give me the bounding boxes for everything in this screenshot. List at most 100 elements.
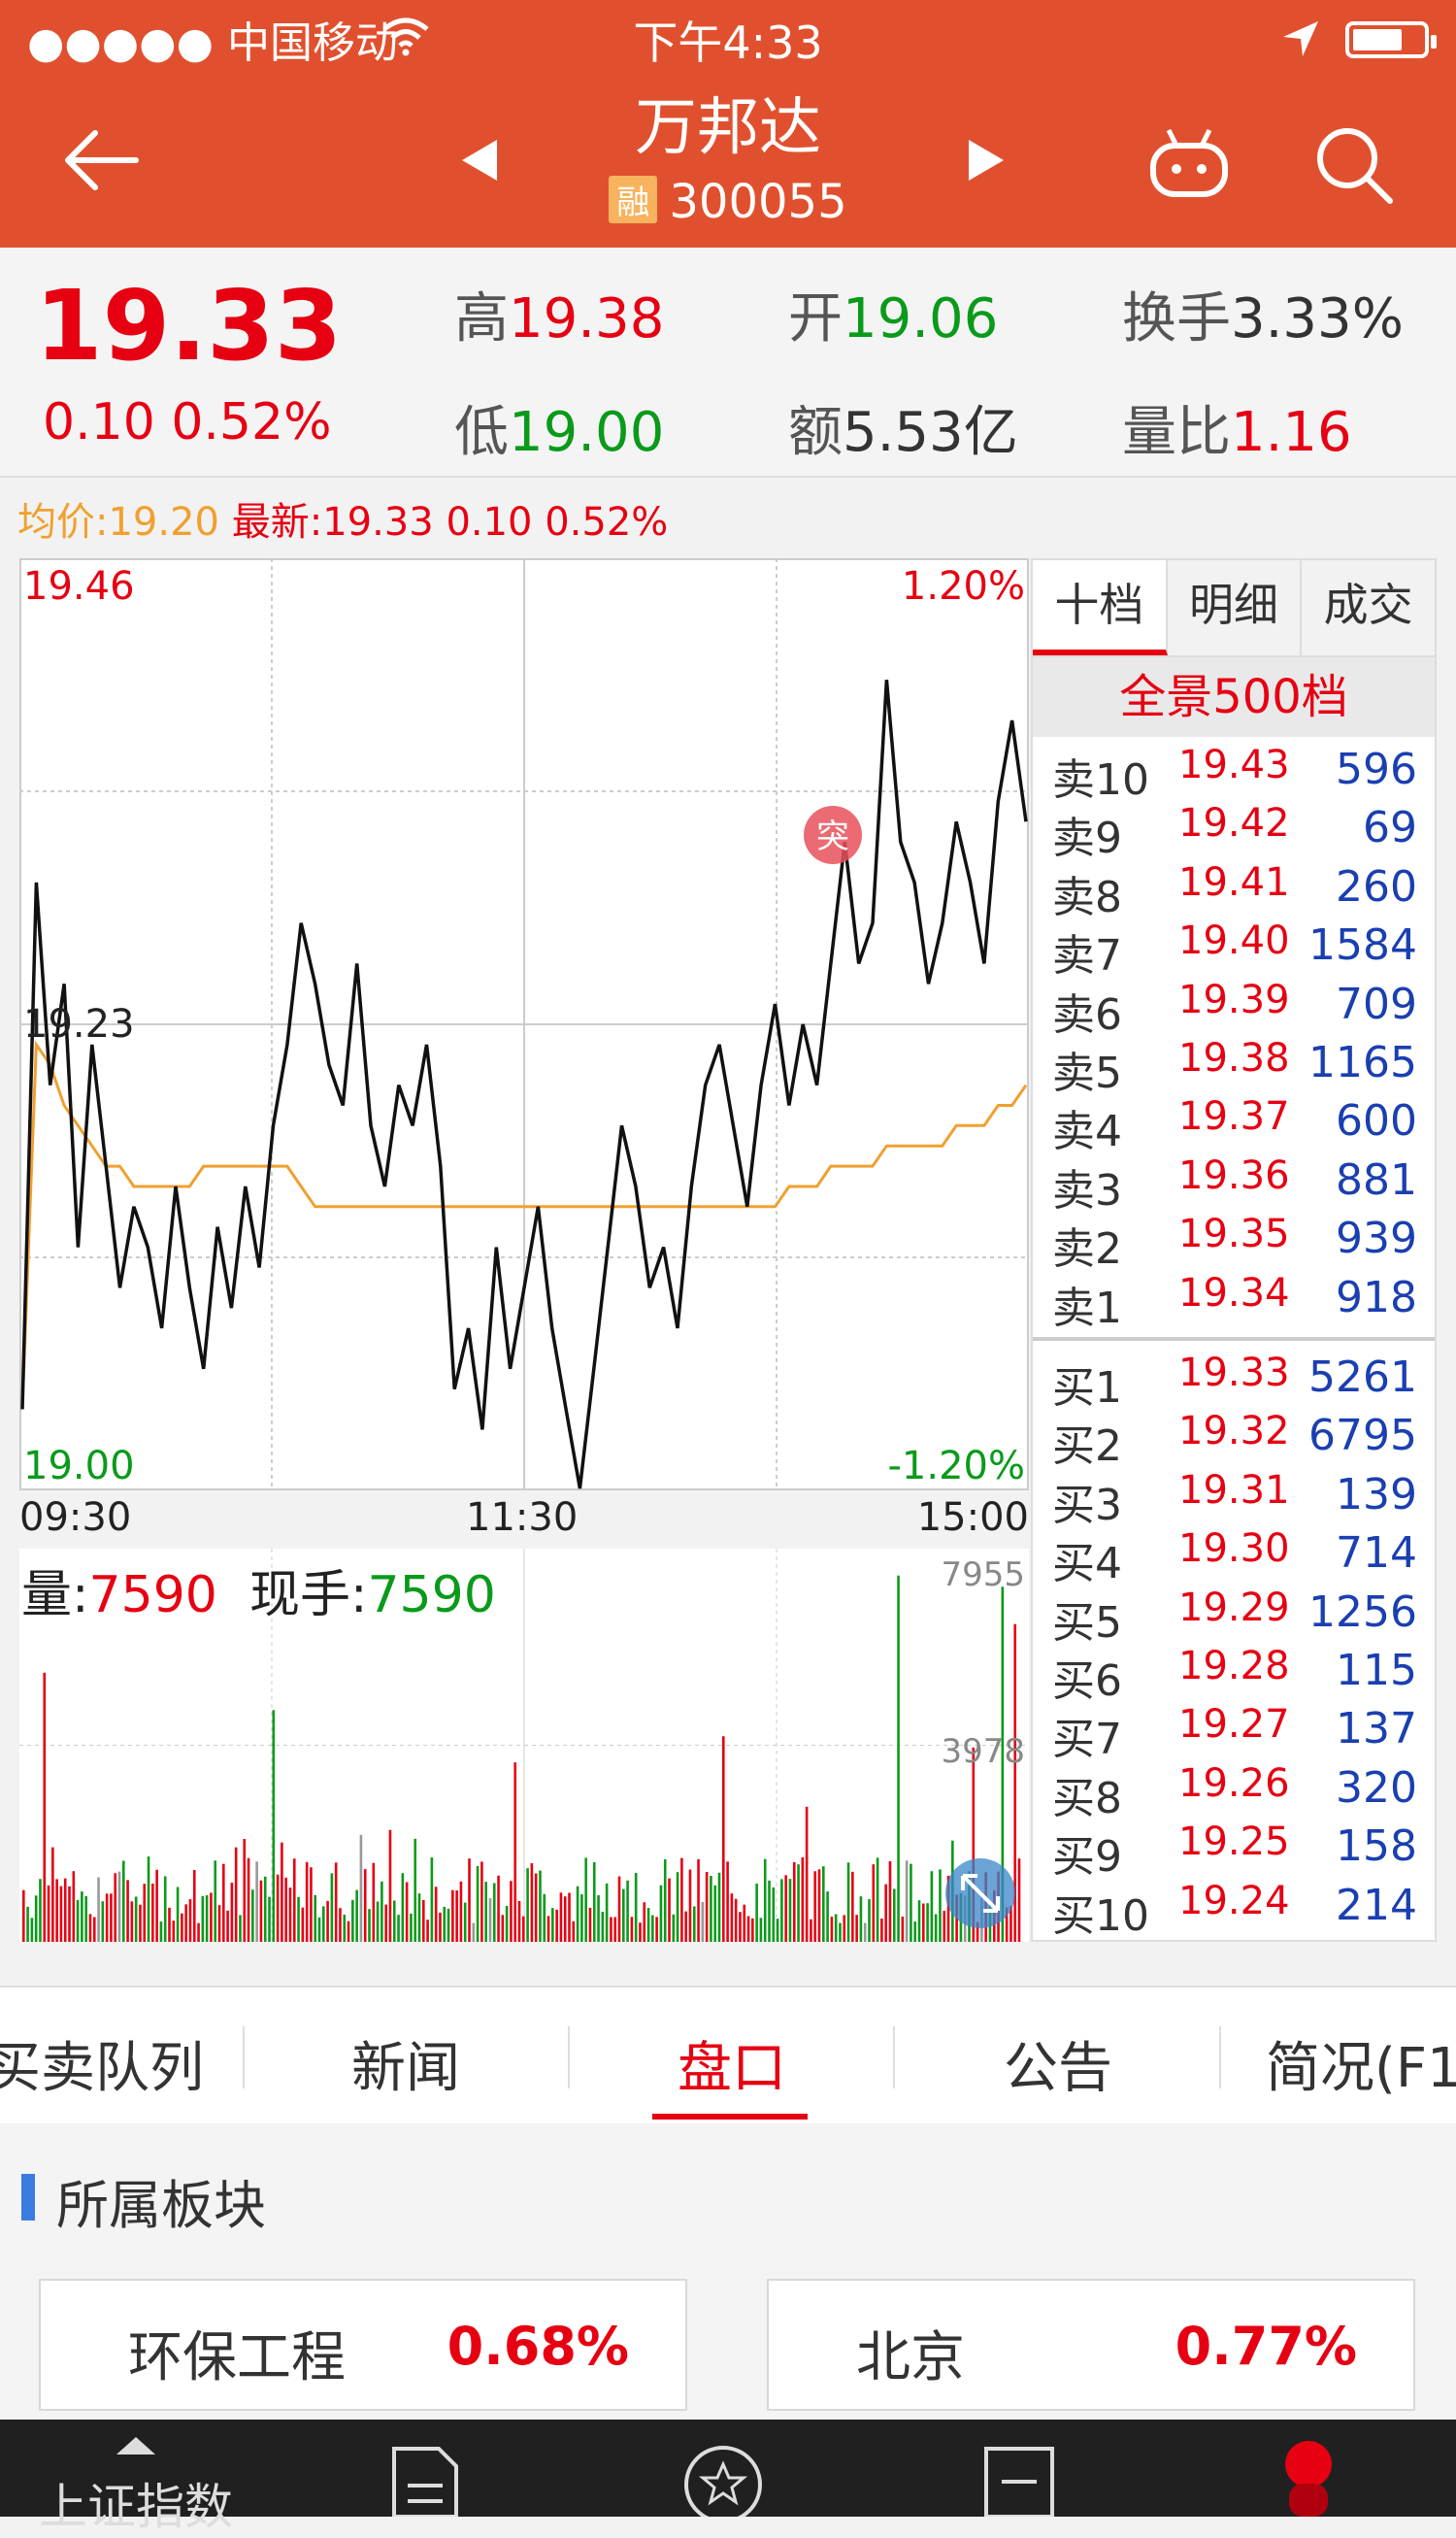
tab-trades[interactable]: 成交: [1302, 560, 1435, 655]
trade-amount: 额5.53亿: [788, 401, 1018, 464]
volume-bar: [922, 1903, 925, 1942]
volume-bar: [555, 1909, 558, 1942]
tab-news[interactable]: 新闻: [351, 2024, 460, 2103]
volume-bar: [81, 1891, 83, 1942]
robot-assistant-icon[interactable]: [1145, 124, 1233, 202]
volume-bar: [743, 1904, 746, 1942]
volume-bar: [259, 1880, 263, 1942]
tab-detail[interactable]: 明细: [1168, 560, 1303, 655]
volume-bar: [939, 1869, 942, 1942]
volume-bar: [281, 1842, 283, 1942]
volume-bar: [63, 1878, 67, 1942]
tab-order-queue[interactable]: 买卖队列: [0, 2024, 204, 2103]
volume-bar: [830, 1917, 834, 1942]
level-volume: 214: [1336, 1880, 1417, 1930]
sector-card[interactable]: 环保工程 0.68%: [39, 2279, 687, 2411]
volume-bar: [892, 1888, 896, 1942]
document-icon[interactable]: [388, 2443, 466, 2517]
volume-bar: [339, 1908, 342, 1942]
volume-bar: [655, 1917, 658, 1942]
tab-handicap[interactable]: 盘口: [678, 2024, 786, 2103]
volume-bar: [510, 1881, 513, 1942]
volume-bar: [176, 1887, 180, 1942]
volume-bar: [351, 1899, 354, 1942]
volume-bar: [805, 1806, 809, 1942]
level-label: 卖1: [1052, 1283, 1122, 1333]
minus-box-icon[interactable]: [980, 2443, 1058, 2517]
volume-bar: [1017, 1858, 1021, 1942]
volume-bar: [576, 1886, 579, 1942]
volume-bar: [659, 1885, 663, 1942]
order-level-row: 卖8 19.41 260: [1033, 856, 1435, 922]
volume-bar: [630, 1917, 634, 1942]
volume-bar: [855, 1915, 858, 1942]
volume-bar: [592, 1861, 596, 1942]
volume-bar: [55, 1879, 58, 1942]
volume-bar: [868, 1899, 871, 1942]
order-level-row: 卖4 19.37 600: [1033, 1090, 1435, 1156]
volume-bar: [788, 1879, 792, 1942]
favorite-star-icon[interactable]: [679, 2441, 767, 2517]
volume-bar: [72, 1871, 76, 1942]
volume-bar: [188, 1899, 192, 1942]
sector-card[interactable]: 北京 0.77%: [767, 2279, 1415, 2411]
volume-bar: [484, 1882, 487, 1942]
order-level-row: 卖2 19.35 939: [1033, 1208, 1435, 1274]
order-level-row: 卖1 19.34 918: [1033, 1267, 1435, 1333]
order-level-row: 卖9 19.42 69: [1033, 797, 1435, 863]
active-tab-underline: [652, 2114, 808, 2120]
volume-bar: [168, 1907, 171, 1942]
volume-bar: [447, 1908, 450, 1942]
tab-announcement[interactable]: 公告: [1004, 2024, 1112, 2103]
intraday-chart[interactable]: 突 19.46 19.23 19.00 1.20% -1.20%: [19, 558, 1029, 1490]
time-tick: 11:30: [466, 1495, 579, 1540]
volume-bar: [663, 1858, 667, 1942]
volume-bar: [784, 1875, 787, 1942]
volume-bar: [839, 1922, 842, 1942]
volume-bar: [880, 1918, 883, 1942]
volume-bar: [672, 1914, 676, 1942]
expand-up-icon[interactable]: [115, 2435, 157, 2456]
volume-bar: [459, 1881, 463, 1942]
volume-bar: [768, 1880, 771, 1942]
level-price: 19.37: [1178, 1094, 1290, 1140]
volume-bar: [943, 1911, 946, 1942]
tab-profile-f10[interactable]: 简况(F10): [1266, 2024, 1456, 2103]
level-price: 19.25: [1178, 1820, 1290, 1865]
next-stock-icon[interactable]: [961, 136, 1009, 184]
volume-bar: [388, 1829, 392, 1942]
order-level-row: 买9 19.25 158: [1033, 1816, 1435, 1882]
volume-bar: [776, 1919, 779, 1942]
volume-bar: [314, 1894, 317, 1942]
price-chart-svg: 突 19.46 19.23 19.00 1.20% -1.20%: [19, 558, 1029, 1490]
high-price: 高19.38: [454, 287, 665, 351]
status-time: 下午4:33: [633, 17, 823, 69]
search-icon[interactable]: [1310, 121, 1398, 209]
order-book-tabs: 十档 明细 成交: [1033, 560, 1435, 657]
volume-bar: [159, 1921, 163, 1942]
panorama-500-button[interactable]: 全景500档: [1033, 657, 1435, 737]
tab-ten-levels[interactable]: 十档: [1033, 560, 1168, 655]
volume-bar: [797, 1864, 800, 1942]
volume-bar: [622, 1888, 625, 1942]
order-level-row: 买4 19.30 714: [1033, 1522, 1435, 1588]
volume-bar: [405, 1882, 409, 1942]
order-level-row: 买6 19.28 115: [1033, 1640, 1435, 1706]
volume-bar: [397, 1915, 400, 1942]
sell-levels: 卖10 19.43 596 卖9 19.42 69 卖8 19.41 260 卖7 19.40 158…: [1033, 739, 1435, 1333]
index-ticker-label[interactable]: 上证指数: [39, 2468, 233, 2538]
volume-bar: [905, 1860, 909, 1942]
volume-bar: [239, 1915, 242, 1942]
volume-bar: [834, 1914, 838, 1942]
volume-bar: [47, 1885, 50, 1942]
notification-dot-icon[interactable]: [1279, 2439, 1338, 2517]
volume-bar: [414, 1838, 417, 1942]
volume-bar: [568, 1892, 571, 1942]
volume-bar: [101, 1901, 105, 1942]
volume-bar: [851, 1871, 854, 1942]
level-volume: 6795: [1308, 1411, 1417, 1461]
volume-bar: [710, 1875, 712, 1942]
sector-change: 0.77%: [1175, 2316, 1357, 2377]
quote-panel: 19.33 0.10 0.52% 高19.38 开19.06 换手3.33% 低…: [0, 248, 1456, 478]
volume-bar: [746, 1916, 750, 1942]
